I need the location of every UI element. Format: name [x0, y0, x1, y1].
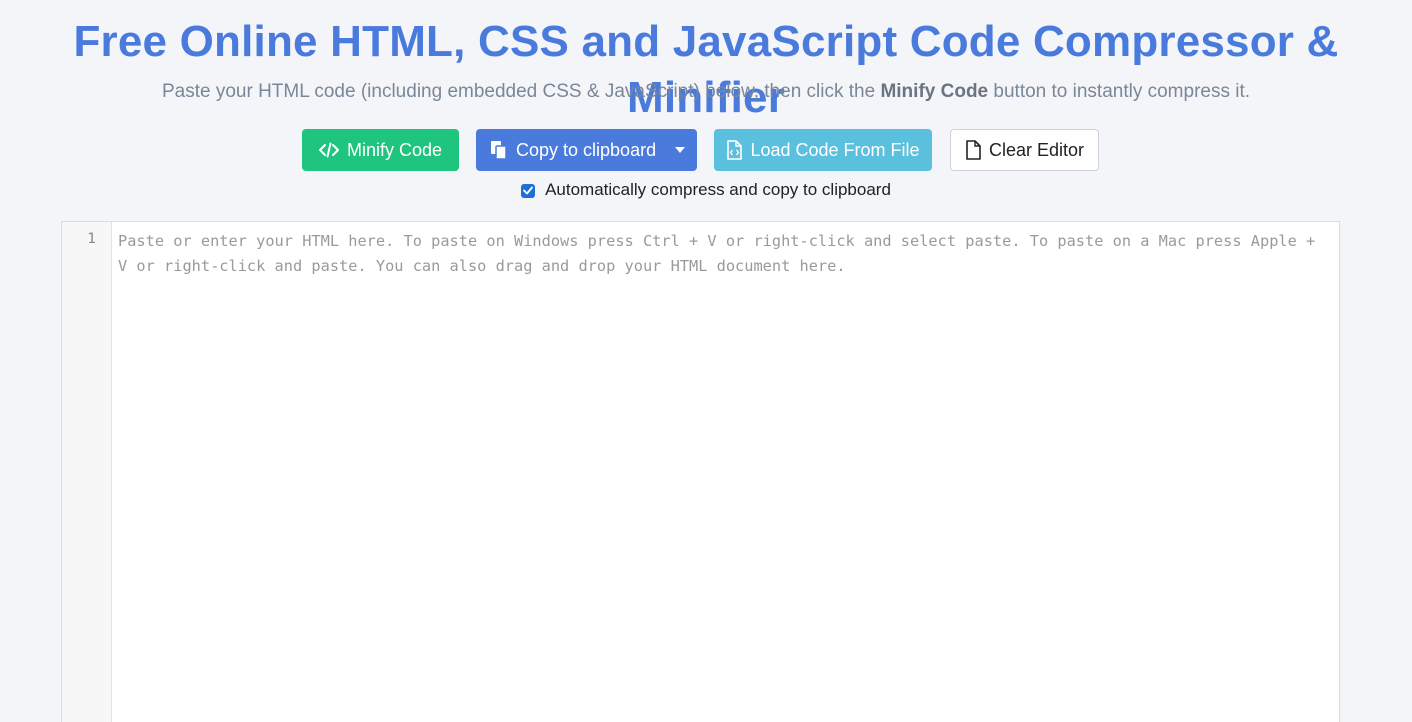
clear-editor-label: Clear Editor	[988, 139, 1085, 160]
editor-placeholder[interactable]: Paste or enter your HTML here. To paste …	[118, 229, 1318, 279]
code-icon	[318, 142, 339, 158]
file-icon	[965, 140, 981, 160]
minify-code-button[interactable]: Minify Code	[302, 129, 459, 171]
copy-to-clipboard-button[interactable]: Copy to clipboard	[476, 129, 697, 171]
auto-compress-label[interactable]: Automatically compress and copy to clipb…	[545, 180, 891, 200]
code-editor[interactable]: 1 Paste or enter your HTML here. To past…	[61, 221, 1340, 722]
auto-compress-option: Automatically compress and copy to clipb…	[0, 180, 1412, 200]
checkmark-icon	[523, 186, 533, 195]
copy-options-dropdown[interactable]	[663, 129, 697, 171]
line-number: 1	[87, 231, 96, 247]
page: Free Online HTML, CSS and JavaScript Cod…	[0, 0, 1412, 722]
line-number-gutter: 1	[62, 222, 112, 722]
page-subtitle: Paste your HTML code (including embedded…	[0, 79, 1412, 105]
file-code-icon	[726, 140, 743, 160]
subtitle-text-start: Paste your HTML code (including embedded…	[161, 81, 881, 102]
clear-editor-button[interactable]: Clear Editor	[950, 129, 1099, 171]
minify-code-label: Minify Code	[346, 139, 443, 160]
load-code-from-file-label: Load Code From File	[750, 139, 920, 160]
load-code-from-file-button[interactable]: Load Code From File	[714, 129, 932, 171]
subtitle-bold-text: Minify Code	[880, 81, 989, 102]
caret-down-icon	[675, 147, 685, 153]
copy-to-clipboard-label: Copy to clipboard	[516, 139, 657, 160]
page-title: Free Online HTML, CSS and JavaScript Cod…	[73, 17, 1339, 122]
auto-compress-checkbox[interactable]	[521, 183, 536, 198]
copy-icon	[490, 140, 508, 160]
subtitle-text-end: button to instantly compress it.	[988, 81, 1251, 102]
